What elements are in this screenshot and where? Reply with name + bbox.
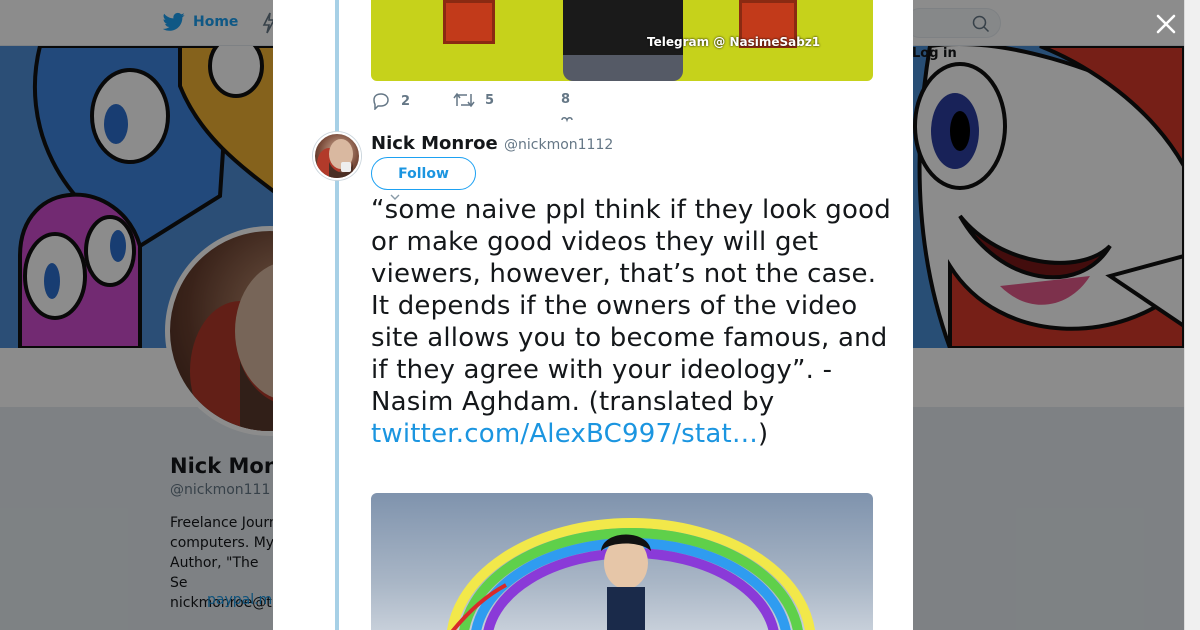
tweet-author-avatar[interactable] <box>313 132 361 180</box>
page-scrollbar[interactable] <box>1184 0 1200 630</box>
tweet-author-handle[interactable]: @nickmon1112 <box>504 137 613 153</box>
tweet-author-avatar-art <box>317 139 353 178</box>
reply-icon <box>373 93 389 110</box>
retweet-icon <box>453 92 475 108</box>
tweet-image-art <box>447 518 815 630</box>
image-door-left <box>443 0 495 44</box>
tweet-text: “some naive ppl think if they look good … <box>371 194 891 450</box>
follow-button[interactable]: Follow <box>371 157 476 190</box>
like-icon <box>561 117 573 123</box>
tweet-text-body: “some naive ppl think if they look good … <box>371 195 891 417</box>
retweet-count: 5 <box>485 92 495 108</box>
tweet-text-end: ) <box>758 419 769 449</box>
thread-line <box>335 0 339 630</box>
reply-button[interactable]: 2 <box>371 92 410 110</box>
like-button[interactable]: 8 <box>561 92 570 107</box>
previous-tweet-image[interactable]: Telegram @ NasimeSabz1 <box>371 0 873 81</box>
tweet-image[interactable] <box>371 493 873 630</box>
tweet-link[interactable]: twitter.com/AlexBC997/stat… <box>371 419 758 449</box>
tweet-author-name[interactable]: Nick Monroe <box>371 133 498 154</box>
like-count: 8 <box>561 92 571 107</box>
reply-count: 2 <box>401 93 411 109</box>
image-watermark: Telegram @ NasimeSabz1 <box>647 35 821 49</box>
retweet-button[interactable]: 5 <box>453 92 494 108</box>
close-icon[interactable] <box>1154 12 1178 36</box>
tweet-modal: Telegram @ NasimeSabz1 2 5 8 Nick Monroe… <box>273 0 913 630</box>
